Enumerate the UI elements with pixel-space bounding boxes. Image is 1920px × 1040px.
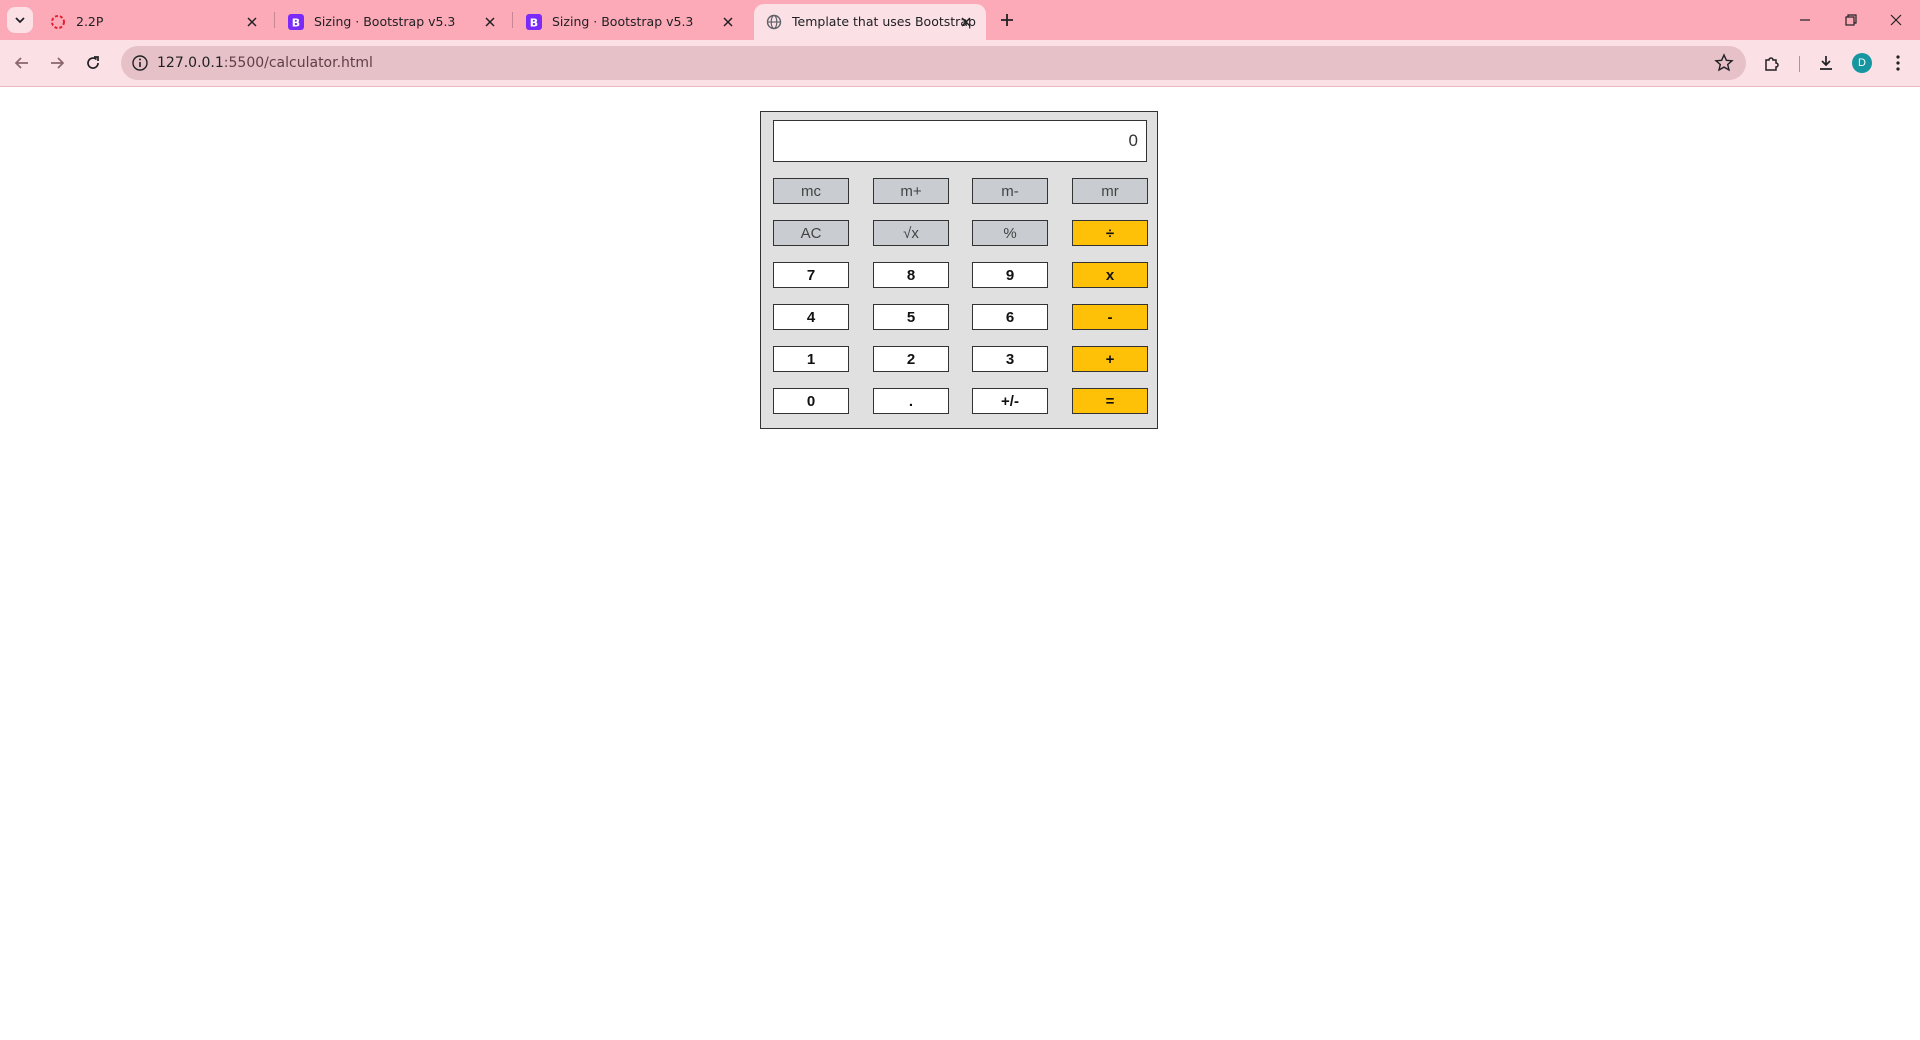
tab-title: 2.2P xyxy=(76,14,104,29)
key-digit-0[interactable]: 0 xyxy=(773,388,849,414)
more-vert-icon xyxy=(1896,55,1900,71)
new-tab-button[interactable] xyxy=(994,7,1020,33)
minimize-icon xyxy=(1800,19,1810,21)
key-sign-toggle[interactable]: +/- xyxy=(972,388,1048,414)
downloads-button[interactable] xyxy=(1812,49,1840,77)
chevron-down-icon xyxy=(15,17,25,24)
loading-spinner-icon xyxy=(51,15,65,29)
extensions-button[interactable] xyxy=(1758,49,1786,77)
close-window-button[interactable] xyxy=(1874,0,1918,40)
puzzle-icon xyxy=(1765,57,1779,71)
key-digit-9[interactable]: 9 xyxy=(972,262,1048,288)
key-equals[interactable]: = xyxy=(1072,388,1148,414)
tab-sizing-bootstrap-1[interactable]: B Sizing · Bootstrap v5.3 xyxy=(276,4,510,40)
key-clear-all[interactable]: AC xyxy=(773,220,849,246)
tab-template-bootstrap[interactable]: Template that uses Bootstrap xyxy=(754,4,986,40)
bootstrap-logo-icon: B xyxy=(526,14,542,30)
forward-button[interactable] xyxy=(43,49,71,77)
tab-title: Template that uses Bootstrap xyxy=(792,14,976,29)
close-icon xyxy=(1890,14,1902,26)
tab-separator xyxy=(274,12,275,28)
url-path: :5500/calculator.html xyxy=(223,55,373,71)
address-bar[interactable]: 127.0.0.1:5500/calculator.html xyxy=(121,46,1746,80)
svg-text:B: B xyxy=(292,17,300,30)
svg-text:B: B xyxy=(530,17,538,30)
key-digit-4[interactable]: 4 xyxy=(773,304,849,330)
key-memory-subtract[interactable]: m- xyxy=(972,178,1048,204)
globe-icon xyxy=(766,14,782,30)
key-decimal[interactable]: . xyxy=(873,388,949,414)
url-host: 127.0.0.1 xyxy=(157,55,224,71)
restore-button[interactable] xyxy=(1829,0,1873,40)
calculator: 0 mc m+ m-mr AC √x% ÷ 7 8 9 x 4 5 6- 1 2 3 +0. +/- = xyxy=(760,111,1158,429)
restore-icon xyxy=(1845,14,1857,26)
key-percent[interactable]: % xyxy=(972,220,1048,246)
key-minus[interactable]: - xyxy=(1072,304,1148,330)
tab-sizing-bootstrap-2[interactable]: B Sizing · Bootstrap v5.3 xyxy=(514,4,748,40)
key-digit-2[interactable]: 2 xyxy=(873,346,949,372)
close-tab-icon[interactable] xyxy=(956,12,976,32)
key-sqrt[interactable]: √x xyxy=(873,220,949,246)
reload-button[interactable] xyxy=(79,49,107,77)
key-multiply[interactable]: x xyxy=(1072,262,1148,288)
profile-avatar[interactable]: D xyxy=(1852,53,1872,73)
tab-search-button[interactable] xyxy=(7,7,33,33)
reload-icon xyxy=(87,56,99,69)
plus-icon xyxy=(1001,14,1013,26)
navigation-bar: 127.0.0.1:5500/calculator.html D xyxy=(0,40,1920,87)
key-memory-recall[interactable]: mr xyxy=(1072,178,1148,204)
key-digit-6[interactable]: 6 xyxy=(972,304,1048,330)
key-digit-7[interactable]: 7 xyxy=(773,262,849,288)
back-button[interactable] xyxy=(8,49,36,77)
key-plus[interactable]: + xyxy=(1072,346,1148,372)
bootstrap-logo-icon: B xyxy=(288,14,304,30)
calculator-display: 0 xyxy=(773,120,1147,162)
close-tab-icon[interactable] xyxy=(242,12,262,32)
key-digit-8[interactable]: 8 xyxy=(873,262,949,288)
close-tab-icon[interactable] xyxy=(480,12,500,32)
key-memory-clear[interactable]: mc xyxy=(773,178,849,204)
download-icon xyxy=(1820,56,1832,70)
tab-separator xyxy=(512,12,513,28)
key-digit-5[interactable]: 5 xyxy=(873,304,949,330)
url-text: 127.0.0.1:5500/calculator.html xyxy=(157,55,373,71)
tab-strip: 2.2P B Sizing · Bootstrap v5.3 B Sizing … xyxy=(0,0,1920,40)
key-divide[interactable]: ÷ xyxy=(1072,220,1148,246)
tab-title: Sizing · Bootstrap v5.3 xyxy=(552,14,694,29)
toolbar-separator xyxy=(1799,56,1800,72)
key-digit-1[interactable]: 1 xyxy=(773,346,849,372)
site-info-icon[interactable] xyxy=(131,54,149,72)
arrow-left-icon xyxy=(14,57,28,69)
key-digit-3[interactable]: 3 xyxy=(972,346,1048,372)
bookmark-star-icon[interactable] xyxy=(1714,53,1734,73)
menu-button[interactable] xyxy=(1884,49,1912,77)
close-tab-icon[interactable] xyxy=(718,12,738,32)
minimize-button[interactable] xyxy=(1783,0,1827,40)
tab-title: Sizing · Bootstrap v5.3 xyxy=(314,14,456,29)
key-memory-add[interactable]: m+ xyxy=(873,178,949,204)
arrow-right-icon xyxy=(51,57,65,69)
tab-2-2p[interactable]: 2.2P xyxy=(38,4,272,40)
